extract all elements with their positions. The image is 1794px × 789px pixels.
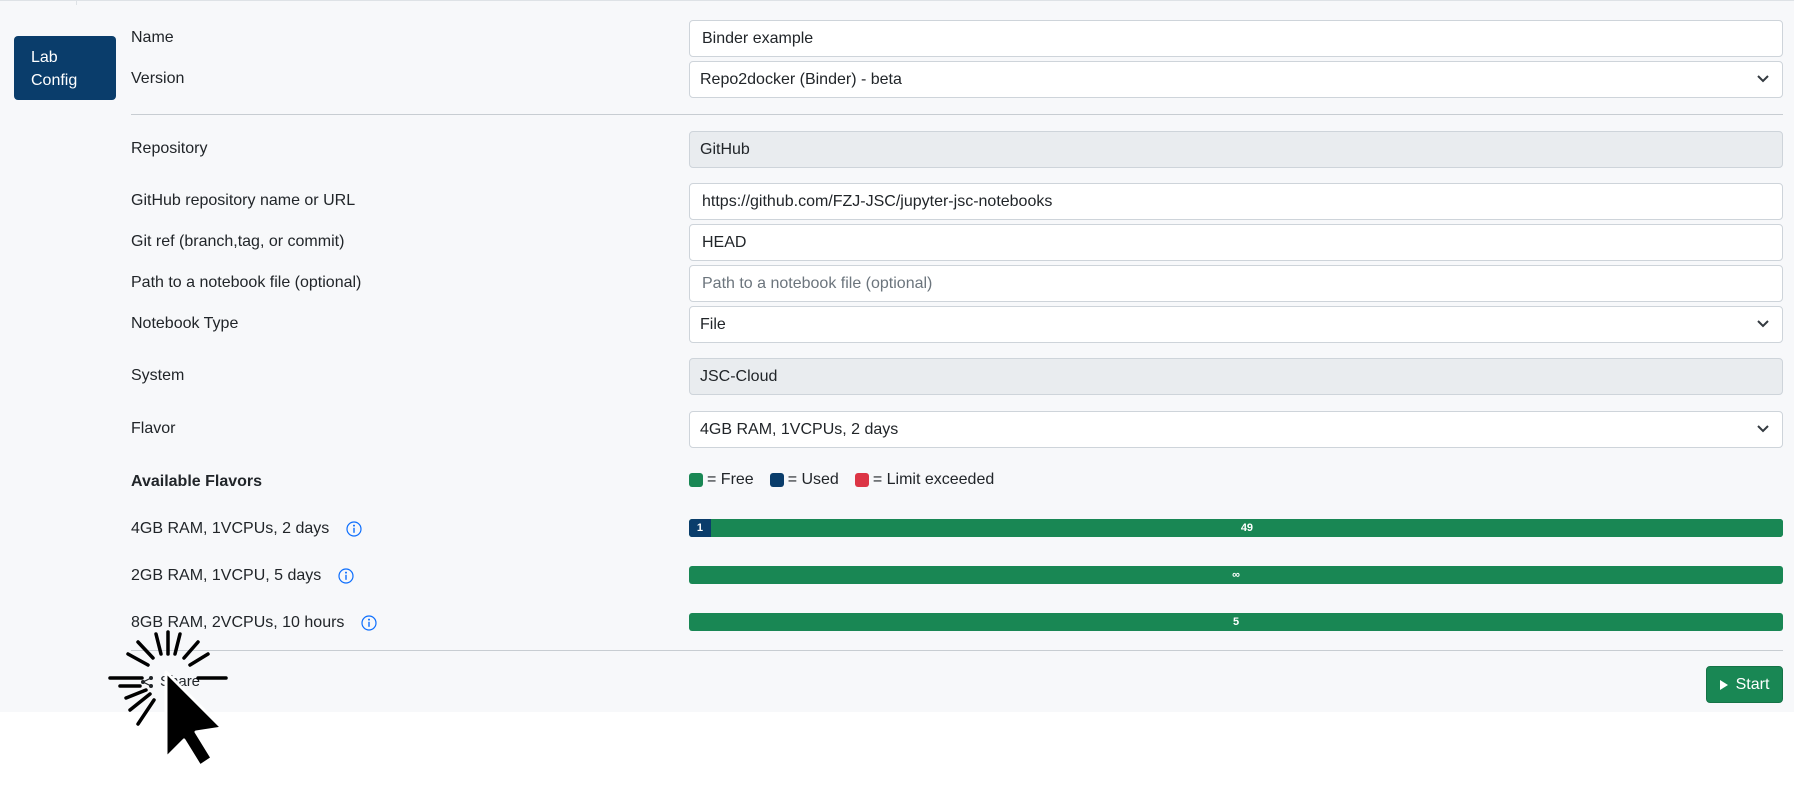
play-icon <box>1719 679 1728 690</box>
flavor-legend: = Free = Used = Limit exceeded <box>689 471 1010 489</box>
name-label: Name <box>131 29 174 46</box>
repository-label: Repository <box>131 140 208 157</box>
system-field: JSC-Cloud <box>689 358 1783 395</box>
legend-free-swatch <box>689 473 703 487</box>
legend-exceeded-label: = Limit exceeded <box>872 471 995 488</box>
version-label: Version <box>131 70 185 87</box>
footer-divider <box>131 650 1783 651</box>
flavor-select[interactable]: 4GB RAM, 1VCPUs, 2 days <box>689 411 1783 448</box>
legend-used-label: = Used <box>787 471 839 488</box>
legend-free-label: = Free <box>707 471 754 488</box>
tab-label-line2: Config <box>31 72 78 89</box>
notebook-type-value: File <box>700 316 726 333</box>
start-button[interactable]: Start <box>1706 666 1783 703</box>
bar-free-segment: ∞ <box>689 566 1783 584</box>
name-input[interactable]: Binder example <box>689 20 1783 57</box>
flavor-row-name: 4GB RAM, 1VCPUs, 2 days <box>131 520 330 537</box>
flavor-usage-bar: ∞ <box>689 566 1783 584</box>
start-label: Start <box>1735 675 1770 693</box>
flavor-value: 4GB RAM, 1VCPUs, 2 days <box>700 421 899 438</box>
notebook-type-label: Notebook Type <box>131 315 239 332</box>
chevron-down-icon <box>1757 320 1769 328</box>
version-value: Repo2docker (Binder) - beta <box>700 71 902 88</box>
chevron-down-icon <box>1757 75 1769 83</box>
version-select[interactable]: Repo2docker (Binder) - beta <box>689 61 1783 98</box>
tab-edge <box>76 1 77 5</box>
info-icon[interactable] <box>361 615 377 631</box>
info-icon[interactable] <box>338 568 354 584</box>
chevron-down-icon <box>1757 425 1769 433</box>
lab-config-panel: Lab Config Name Binder example Version R… <box>0 0 1794 712</box>
legend-exceeded: = Limit exceeded <box>854 471 995 489</box>
repo-url-label: GitHub repository name or URL <box>131 192 356 209</box>
system-label: System <box>131 367 185 384</box>
bar-free-segment: 49 <box>710 519 1783 537</box>
notebook-path-label: Path to a notebook file (optional) <box>131 274 362 291</box>
bar-free-segment: 5 <box>689 613 1783 631</box>
flavor-row-label: 2GB RAM, 1VCPU, 5 days <box>131 567 354 585</box>
repository-field: GitHub <box>689 131 1783 168</box>
git-ref-input[interactable]: HEAD <box>689 224 1783 261</box>
info-icon[interactable] <box>346 521 362 537</box>
flavor-row-name: 2GB RAM, 1VCPU, 5 days <box>131 567 322 584</box>
section-divider <box>131 114 1783 115</box>
repo-url-input[interactable]: https://github.com/FZJ-JSC/jupyter-jsc-n… <box>689 183 1783 220</box>
available-flavors-title: Available Flavors <box>131 473 263 490</box>
notebook-type-select[interactable]: File <box>689 306 1783 343</box>
legend-free: = Free <box>689 471 754 489</box>
click-cursor-icon <box>108 630 228 768</box>
notebook-path-input[interactable]: Path to a notebook file (optional) <box>689 265 1783 302</box>
bar-used-segment: 1 <box>689 519 711 537</box>
flavor-usage-bar: 1 49 <box>689 519 1783 537</box>
flavor-row-label: 4GB RAM, 1VCPUs, 2 days <box>131 520 362 538</box>
legend-used-swatch <box>769 473 784 487</box>
flavor-usage-bar: 5 <box>689 613 1783 631</box>
legend-exceeded-swatch <box>854 473 869 487</box>
tab-label-line1: Lab <box>31 49 58 66</box>
tab-lab-config[interactable]: Lab Config <box>14 36 116 100</box>
git-ref-label: Git ref (branch,tag, or commit) <box>131 233 345 250</box>
legend-used: = Used <box>769 471 839 489</box>
flavor-label: Flavor <box>131 420 176 437</box>
